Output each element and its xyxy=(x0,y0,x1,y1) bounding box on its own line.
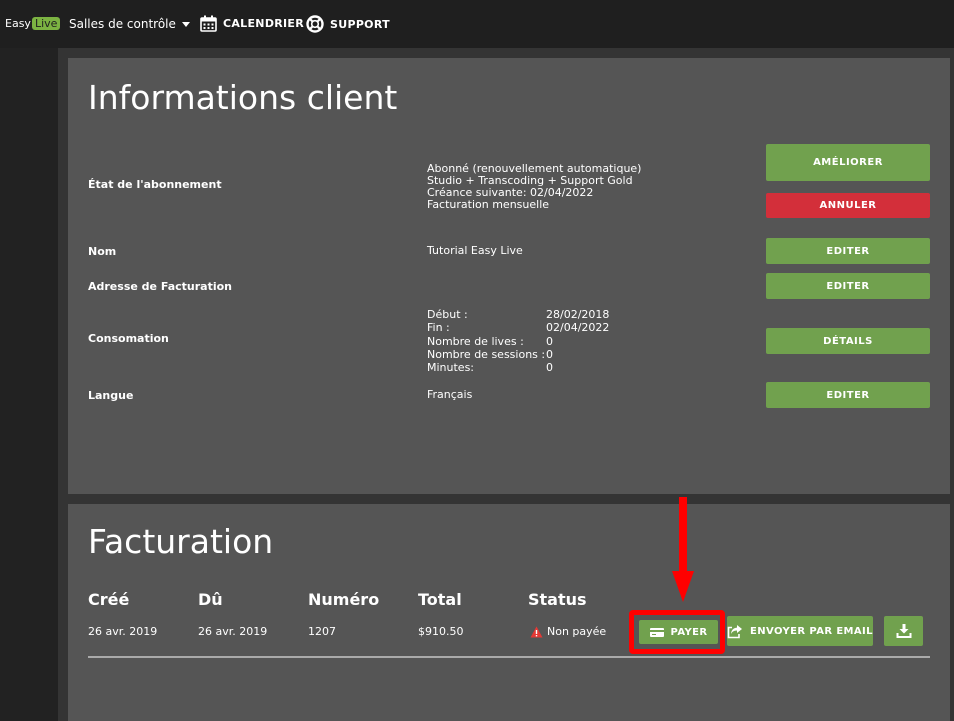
subscription-details: Abonné (renouvellement automatique) Stud… xyxy=(427,163,641,211)
nav-calendrier[interactable]: CALENDRIER xyxy=(200,15,304,32)
warning-icon xyxy=(530,626,543,637)
invoice-status-text: Non payée xyxy=(547,625,607,638)
salles-dropdown[interactable]: Salles de contrôle xyxy=(69,17,190,31)
client-info-panel: Informations client État de l'abonnement… xyxy=(68,58,950,494)
consumption-sessions-key: Nombre de sessions : xyxy=(427,347,546,361)
invoice-status: Non payée xyxy=(530,625,606,638)
subscription-label: État de l'abonnement xyxy=(88,178,222,191)
lifebuoy-icon xyxy=(306,15,324,33)
name-value: Tutorial Easy Live xyxy=(427,244,523,257)
table-divider xyxy=(88,656,930,658)
consumption-details-button[interactable]: DÉTAILS xyxy=(766,328,930,354)
logo-easy-text: Easy xyxy=(5,17,31,30)
consumption-minutes-key: Minutes: xyxy=(427,361,475,375)
subscription-line: Facturation mensuelle xyxy=(427,198,550,211)
name-label: Nom xyxy=(88,245,117,258)
consumption-label: Consomation xyxy=(88,332,169,345)
top-navbar: EasyLive Salles de contrôle CALENDRIER xyxy=(0,0,954,48)
consumption-start-value: 28/02/2018 xyxy=(546,308,610,321)
invoice-due: 26 avr. 2019 xyxy=(198,625,268,638)
billing-address-label: Adresse de Facturation xyxy=(88,280,232,293)
col-header-number: Numéro xyxy=(308,590,380,609)
col-header-due: Dû xyxy=(198,590,223,609)
edit-name-button[interactable]: EDITER xyxy=(766,238,930,264)
consumption-minutes-value: 0 xyxy=(546,361,553,375)
consumption-end-value: 02/04/2022 xyxy=(546,321,610,335)
arrow-down-icon xyxy=(672,497,694,602)
edit-language-button[interactable]: EDITER xyxy=(766,382,930,408)
download-invoice-button[interactable] xyxy=(884,616,923,646)
consumption-start-key: Début : xyxy=(427,308,468,321)
nav-support-label: SUPPORT xyxy=(330,17,390,31)
nav-calendrier-label: CALENDRIER xyxy=(223,17,304,30)
calendar-icon xyxy=(200,15,217,32)
language-value: Français xyxy=(427,388,473,401)
billing-title: Facturation xyxy=(88,522,274,561)
nav-support[interactable]: SUPPORT xyxy=(306,15,390,33)
send-email-button[interactable]: ENVOYER PAR EMAIL xyxy=(727,616,873,646)
send-email-button-label: ENVOYER PAR EMAIL xyxy=(750,625,873,637)
invoice-created: 26 avr. 2019 xyxy=(88,625,158,638)
billing-panel: Facturation Créé Dû Numéro Total Status … xyxy=(68,504,950,721)
easy-live-logo[interactable]: Easy Live xyxy=(5,17,61,30)
col-header-created: Créé xyxy=(88,590,130,609)
language-label: Langue xyxy=(88,389,134,402)
col-header-status: Status xyxy=(528,590,587,609)
download-icon xyxy=(896,623,911,638)
sidebar xyxy=(0,48,58,721)
consumption-end-key: Fin : xyxy=(427,321,450,335)
invoice-number: 1207 xyxy=(308,625,336,638)
consumption-sessions-value: 0 xyxy=(546,347,553,361)
logo-live-text: Live xyxy=(31,17,61,30)
edit-billing-address-button[interactable]: EDITER xyxy=(766,273,930,299)
client-info-title: Informations client xyxy=(88,78,398,117)
consumption-lives-value: 0 xyxy=(546,334,553,348)
pay-button-highlight xyxy=(629,610,725,654)
col-header-total: Total xyxy=(418,590,462,609)
cancel-subscription-button[interactable]: ANNULER xyxy=(766,193,930,218)
upgrade-button[interactable]: AMÉLIORER xyxy=(766,144,930,181)
salles-label: Salles de contrôle xyxy=(69,17,176,31)
chevron-down-icon xyxy=(181,21,190,27)
invoice-total: $910.50 xyxy=(418,625,464,638)
consumption-lives-key: Nombre de lives : xyxy=(427,334,524,348)
share-icon xyxy=(727,624,743,638)
